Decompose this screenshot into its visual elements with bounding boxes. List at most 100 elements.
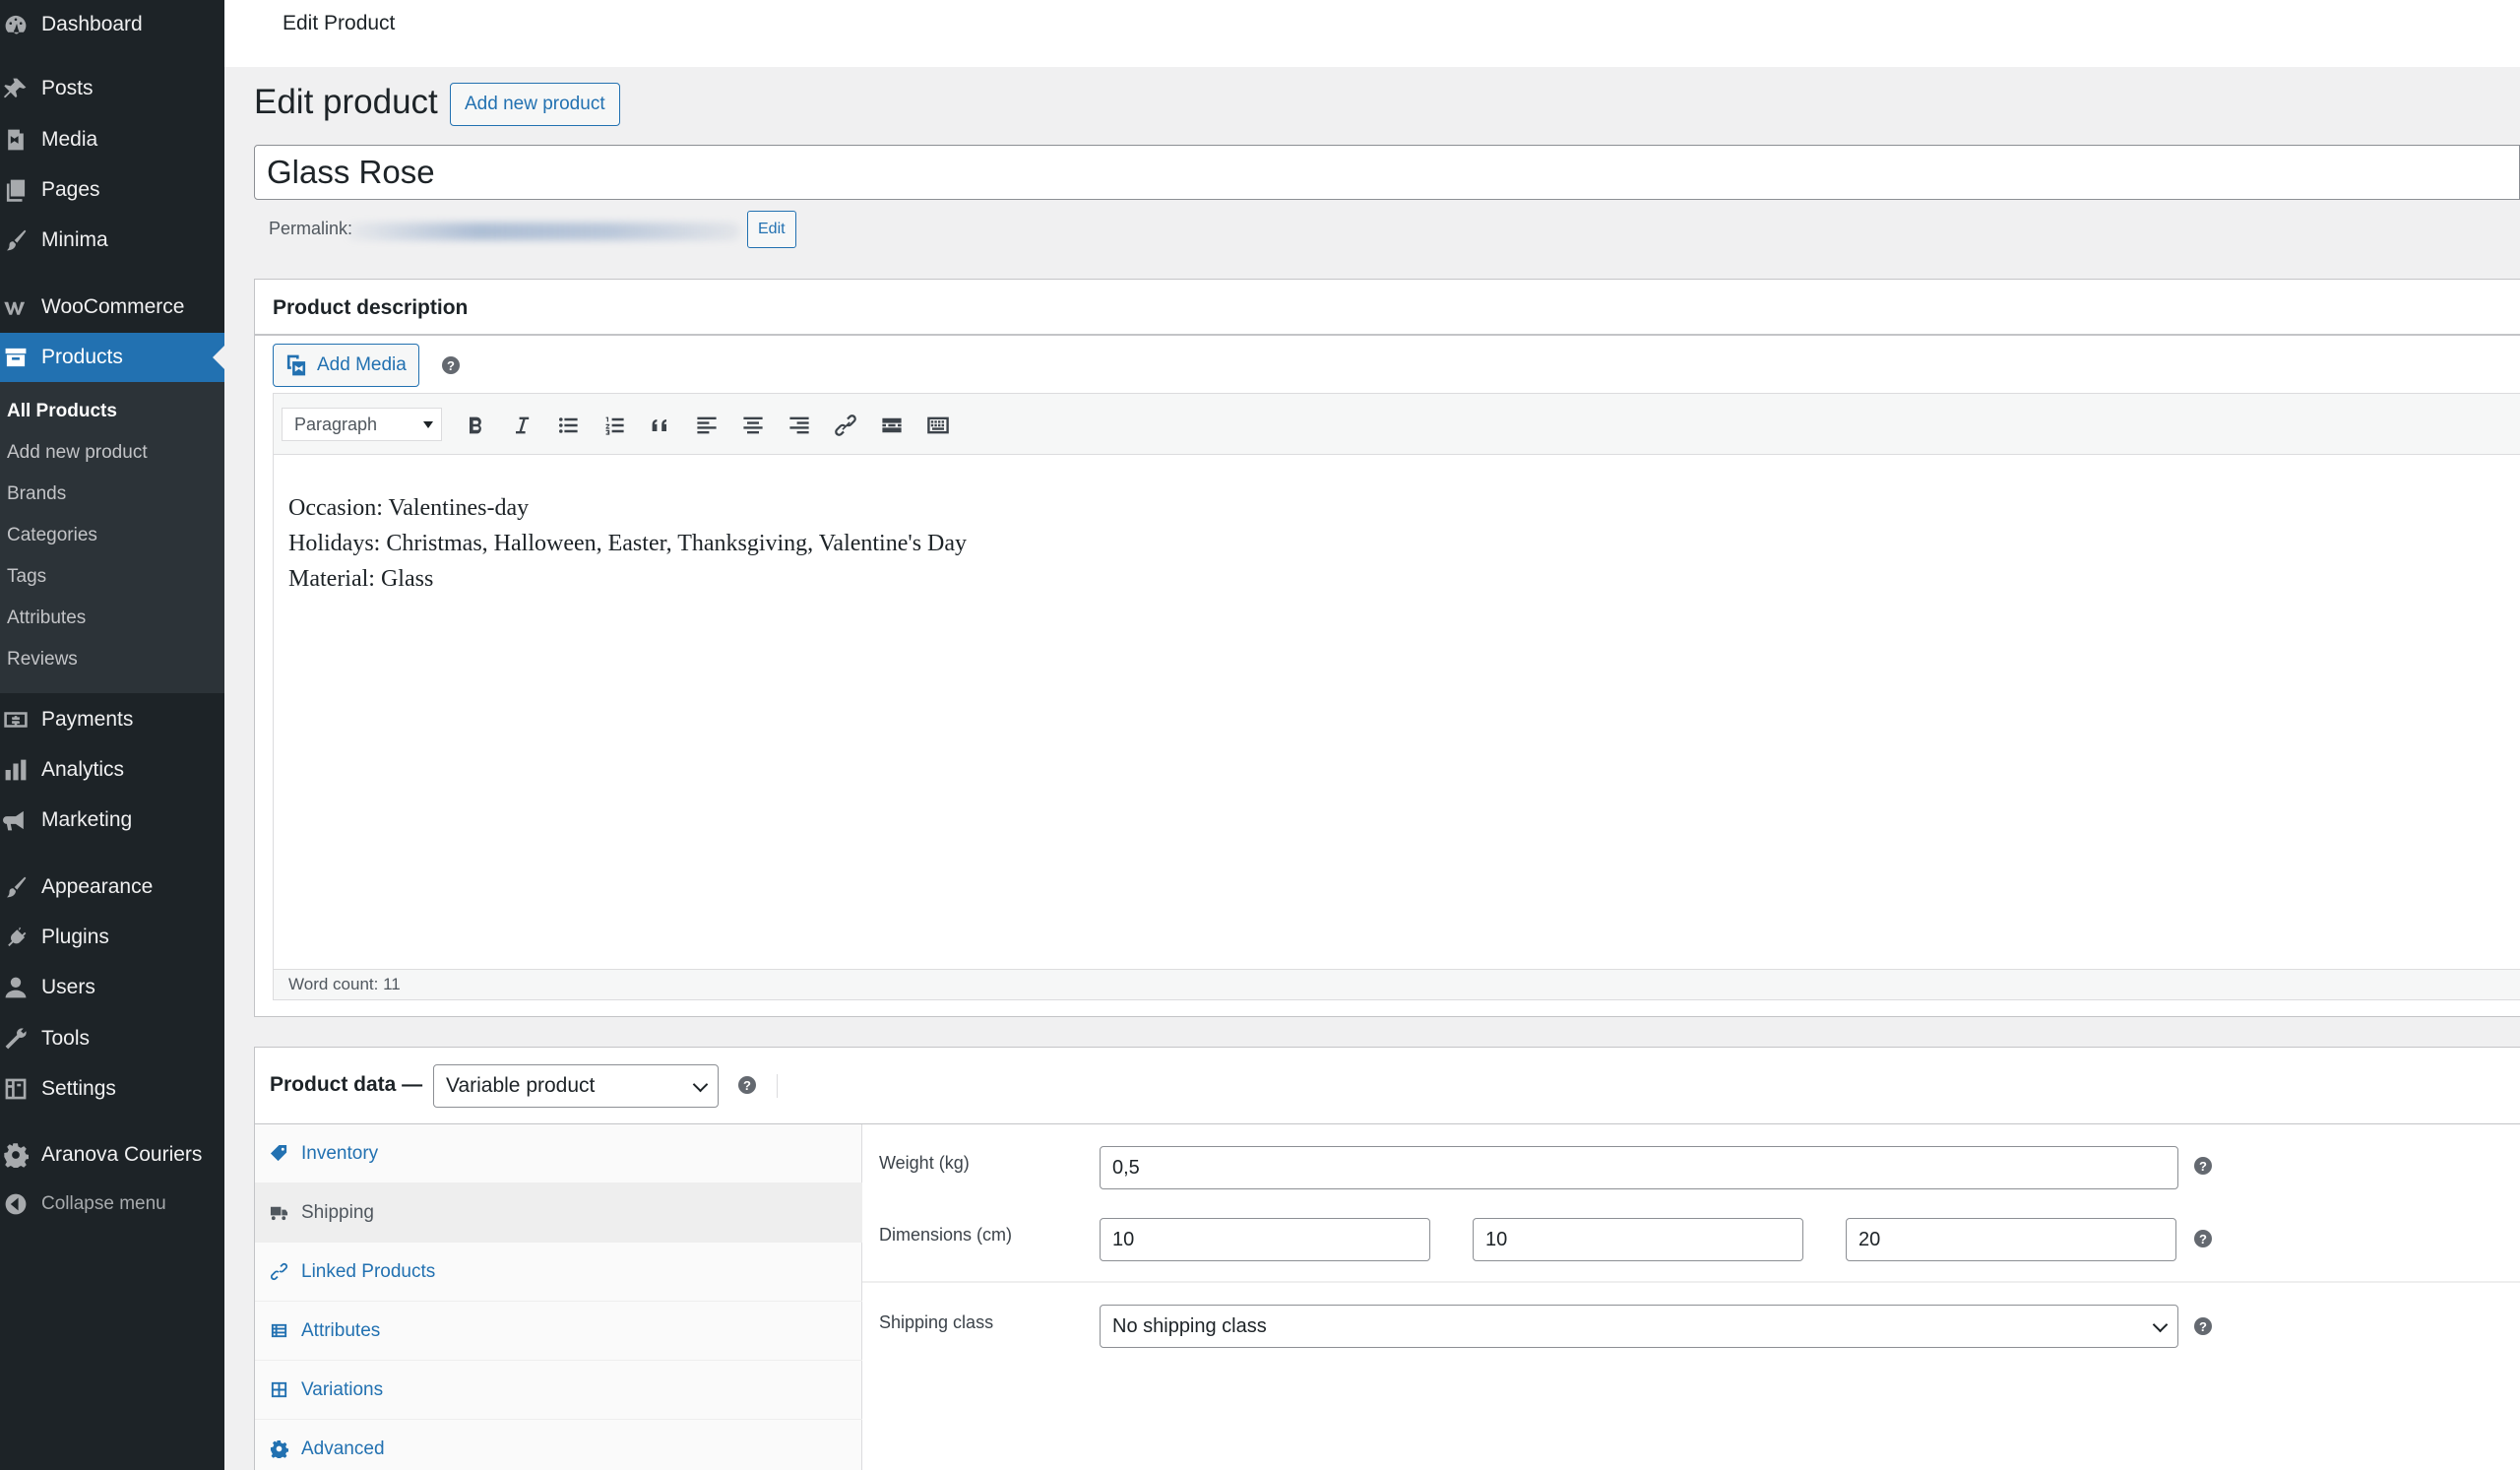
weight-input[interactable]: [1100, 1146, 2178, 1189]
tab-advanced[interactable]: Advanced: [255, 1420, 862, 1470]
page-title: Edit product: [254, 83, 438, 121]
submenu-categories[interactable]: Categories: [7, 525, 97, 546]
gear-icon: [2, 1141, 30, 1169]
wrench-icon: [2, 1025, 30, 1053]
add-media-button[interactable]: Add Media: [273, 344, 419, 387]
help-icon[interactable]: ?: [738, 1076, 756, 1094]
product-type-select[interactable]: Variable product: [433, 1064, 719, 1108]
menu-label: Payments: [41, 708, 134, 731]
menu-label: Marketing: [41, 808, 133, 831]
shipping-class-value: No shipping class: [1112, 1314, 1267, 1337]
height-input[interactable]: [1846, 1218, 2176, 1261]
menu-label: Dashboard: [41, 13, 143, 35]
brush-icon: [2, 226, 30, 254]
help-icon[interactable]: ?: [2194, 1157, 2212, 1175]
tab-linked-products[interactable]: Linked Products: [255, 1243, 862, 1302]
menu-media[interactable]: Media: [0, 115, 224, 164]
align-center-button[interactable]: [735, 408, 771, 443]
menu-posts[interactable]: Posts: [0, 64, 224, 113]
insert-more-button[interactable]: [874, 408, 910, 443]
product-description-box: Product description Add Media ? Paragrap…: [254, 279, 2520, 1017]
editor-content[interactable]: Occasion: Valentines-day Holidays: Chris…: [274, 455, 2520, 967]
menu-label: WooCommerce: [41, 295, 185, 318]
user-icon: [2, 974, 30, 1001]
divider: [255, 334, 2520, 336]
keyboard-icon: [927, 416, 949, 434]
menu-label: Plugins: [41, 926, 109, 948]
dimensions-label: Dimensions (cm): [879, 1225, 1013, 1245]
tab-attributes[interactable]: Attributes: [255, 1302, 862, 1361]
menu-aranova-couriers[interactable]: Aranova Couriers: [0, 1130, 224, 1180]
blockquote-button[interactable]: [643, 408, 678, 443]
product-type-value: Variable product: [446, 1074, 596, 1097]
tab-label: Variations: [301, 1378, 384, 1400]
align-left-button[interactable]: [689, 408, 724, 443]
submenu-all-products[interactable]: All Products: [7, 401, 117, 422]
format-select[interactable]: Paragraph: [282, 408, 442, 441]
length-input[interactable]: [1100, 1218, 1430, 1261]
bullet-list-button[interactable]: [550, 408, 586, 443]
top-bar: Edit Product: [224, 0, 2520, 67]
align-center-icon: [743, 416, 763, 434]
plug-icon: [2, 924, 30, 951]
submenu-brands[interactable]: Brands: [7, 483, 66, 505]
submenu-tags[interactable]: Tags: [7, 566, 46, 588]
align-right-icon: [789, 416, 809, 434]
numbered-list-button[interactable]: [597, 408, 632, 443]
tab-label: Linked Products: [301, 1260, 436, 1282]
menu-minima[interactable]: Minima: [0, 216, 224, 265]
help-icon[interactable]: ?: [2194, 1230, 2212, 1247]
menu-payments[interactable]: Payments: [0, 695, 224, 744]
product-title-input[interactable]: [254, 145, 2520, 200]
tab-inventory[interactable]: Inventory: [255, 1124, 862, 1183]
collapse-menu-button[interactable]: Collapse menu: [0, 1180, 224, 1229]
help-icon[interactable]: ?: [442, 356, 460, 374]
menu-pages[interactable]: Pages: [0, 165, 224, 215]
menu-users[interactable]: Users: [0, 963, 224, 1012]
align-right-button[interactable]: [782, 408, 817, 443]
insert-link-button[interactable]: [828, 408, 863, 443]
menu-tools[interactable]: Tools: [0, 1014, 224, 1063]
tab-variations[interactable]: Variations: [255, 1361, 862, 1420]
active-indicator: [213, 346, 224, 369]
submenu-add-new-product[interactable]: Add new product: [7, 442, 148, 464]
permalink-edit-button[interactable]: Edit: [747, 211, 796, 248]
bold-icon: [470, 416, 481, 434]
collapse-icon: [2, 1190, 30, 1218]
submenu-reviews[interactable]: Reviews: [7, 649, 78, 671]
editor-frame: Paragraph Occasion: Valentines-day Holid…: [273, 393, 2520, 1000]
product-data-title: Product data —: [270, 1073, 423, 1096]
quote-icon: [652, 419, 666, 431]
shipping-class-select[interactable]: No shipping class: [1100, 1305, 2178, 1348]
menu-analytics[interactable]: Analytics: [0, 745, 224, 795]
italic-button[interactable]: [504, 408, 539, 443]
menu-marketing[interactable]: Marketing: [0, 796, 224, 845]
menu-appearance[interactable]: Appearance: [0, 863, 224, 912]
submenu-attributes[interactable]: Attributes: [7, 607, 86, 629]
menu-products[interactable]: Products: [0, 333, 224, 382]
divider: [862, 1281, 2520, 1283]
format-select-value: Paragraph: [294, 414, 378, 434]
product-data-header: Product data — Variable product ?: [255, 1048, 2520, 1124]
word-count: Word count: 11: [288, 975, 401, 993]
media-icon: [2, 126, 30, 154]
menu-plugins[interactable]: Plugins: [0, 913, 224, 962]
add-new-product-button[interactable]: Add new product: [450, 83, 620, 126]
dollar-icon: [2, 706, 30, 734]
bold-button[interactable]: [458, 408, 493, 443]
tag-icon: [269, 1144, 288, 1164]
content-line: Material: Glass: [288, 566, 434, 592]
product-data-tabs: Inventory Shipping Linked Products Attri…: [255, 1124, 862, 1470]
help-icon[interactable]: ?: [2194, 1317, 2212, 1335]
gear-icon: [269, 1439, 288, 1459]
menu-label: Collapse menu: [41, 1193, 166, 1214]
menu-settings[interactable]: Settings: [0, 1064, 224, 1114]
grid-icon: [269, 1380, 288, 1400]
tab-shipping[interactable]: Shipping: [255, 1183, 862, 1243]
toolbar-toggle-button[interactable]: [920, 408, 956, 443]
menu-woocommerce[interactable]: WooCommerce: [0, 283, 224, 332]
menu-dashboard[interactable]: Dashboard: [0, 0, 224, 49]
menu-label: Posts: [41, 77, 94, 99]
width-input[interactable]: [1473, 1218, 1803, 1261]
bullet-list-icon: [559, 417, 578, 433]
